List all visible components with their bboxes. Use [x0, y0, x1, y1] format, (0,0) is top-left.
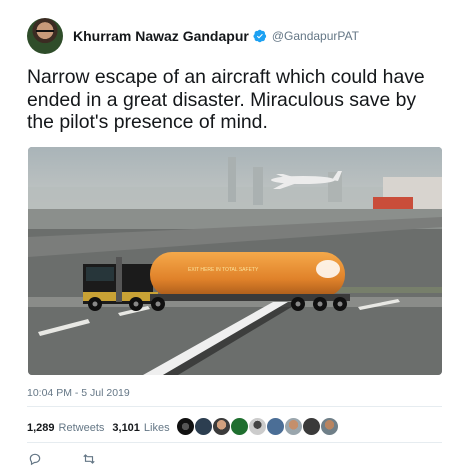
retweets-stat[interactable]: 1,289 Retweets	[27, 422, 112, 434]
tweet-header: Khurram Nawaz Gandapur @GandapurPAT	[27, 14, 359, 58]
divider-bottom	[27, 442, 442, 443]
liker-avatar[interactable]	[194, 417, 213, 436]
tweet-timestamp[interactable]: 10:04 PM - 5 Jul 2019	[27, 387, 130, 399]
tweet-media-video[interactable]: EXIT HERE IN TOTAL SAFETY	[28, 147, 442, 375]
likes-count: 3,101	[112, 422, 140, 434]
engagement-stats: 1,289 Retweets 3,101 Likes	[27, 418, 170, 438]
tweet-actions	[27, 452, 135, 466]
handle[interactable]: @GandapurPAT	[272, 29, 359, 43]
author-info: Khurram Nawaz Gandapur @GandapurPAT	[73, 28, 359, 44]
tweet-text: Narrow escape of an aircraft which could…	[27, 66, 425, 133]
reply-icon[interactable]	[27, 452, 43, 466]
likes-stat[interactable]: 3,101 Likes	[112, 422, 169, 434]
liker-avatar[interactable]	[212, 417, 231, 436]
liker-avatar[interactable]	[230, 417, 249, 436]
liker-avatar[interactable]	[248, 417, 267, 436]
verified-badge-icon	[253, 29, 266, 43]
liker-avatar[interactable]	[266, 417, 285, 436]
liker-avatars	[176, 417, 339, 436]
tweet-card: Khurram Nawaz Gandapur @GandapurPAT Narr…	[0, 0, 463, 471]
divider-top	[27, 406, 442, 407]
tanker-text: EXIT HERE IN TOTAL SAFETY	[188, 267, 259, 273]
avatar[interactable]	[27, 18, 63, 54]
likes-label: Likes	[143, 422, 170, 434]
retweets-label: Retweets	[58, 422, 105, 434]
media-scene: EXIT HERE IN TOTAL SAFETY	[28, 147, 442, 375]
liker-avatar[interactable]	[302, 417, 321, 436]
retweet-icon[interactable]	[81, 452, 97, 466]
liker-avatar[interactable]	[176, 417, 195, 436]
liker-avatar[interactable]	[320, 417, 339, 436]
liker-avatar[interactable]	[284, 417, 303, 436]
display-name[interactable]: Khurram Nawaz Gandapur	[73, 28, 249, 44]
retweets-count: 1,289	[27, 422, 55, 434]
